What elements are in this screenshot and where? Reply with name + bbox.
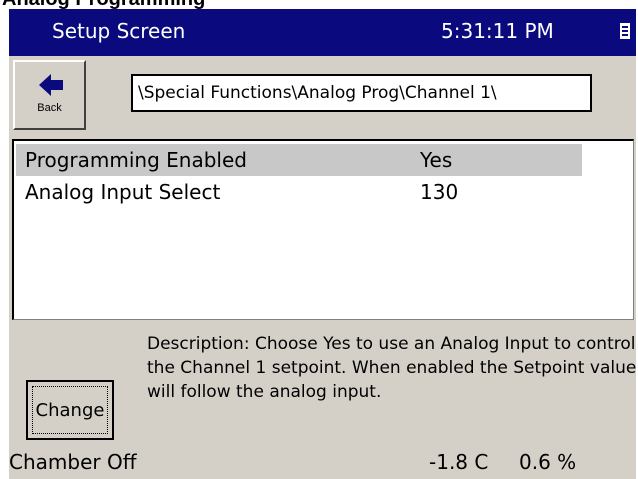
menu-icon[interactable] xyxy=(620,23,630,39)
setup-screen: Setup Screen 5:31:11 PM Back \Special Fu… xyxy=(9,9,636,479)
back-arrow-icon xyxy=(39,74,63,96)
change-button[interactable]: Change xyxy=(26,380,114,440)
screen-title: Setup Screen xyxy=(52,19,186,43)
list-item-analog-input-select[interactable]: Analog Input Select 130 xyxy=(16,176,582,208)
title-bar: Setup Screen 5:31:11 PM xyxy=(9,9,636,56)
chamber-status: Chamber Off xyxy=(9,450,137,474)
list-item-value: Yes xyxy=(420,148,453,172)
back-button-label: Back xyxy=(37,102,62,114)
path-field: \Special Functions\Analog Prog\Channel 1… xyxy=(131,74,592,112)
description-text: Description: Choose Yes to use an Analog… xyxy=(147,334,636,402)
back-button[interactable]: Back xyxy=(13,60,86,130)
list-item-name: Analog Input Select xyxy=(25,180,221,204)
temperature-readout: -1.8 C xyxy=(429,450,489,474)
document-heading: Analog Programming xyxy=(2,0,205,9)
percent-readout: 0.6 % xyxy=(519,450,577,474)
list-item-programming-enabled[interactable]: Programming Enabled Yes xyxy=(16,144,582,176)
list-item-name: Programming Enabled xyxy=(25,148,247,172)
settings-list: Programming Enabled Yes Analog Input Sel… xyxy=(12,139,634,320)
clock: 5:31:11 PM xyxy=(441,19,554,43)
change-button-label: Change xyxy=(35,400,105,421)
list-item-value: 130 xyxy=(420,180,459,204)
